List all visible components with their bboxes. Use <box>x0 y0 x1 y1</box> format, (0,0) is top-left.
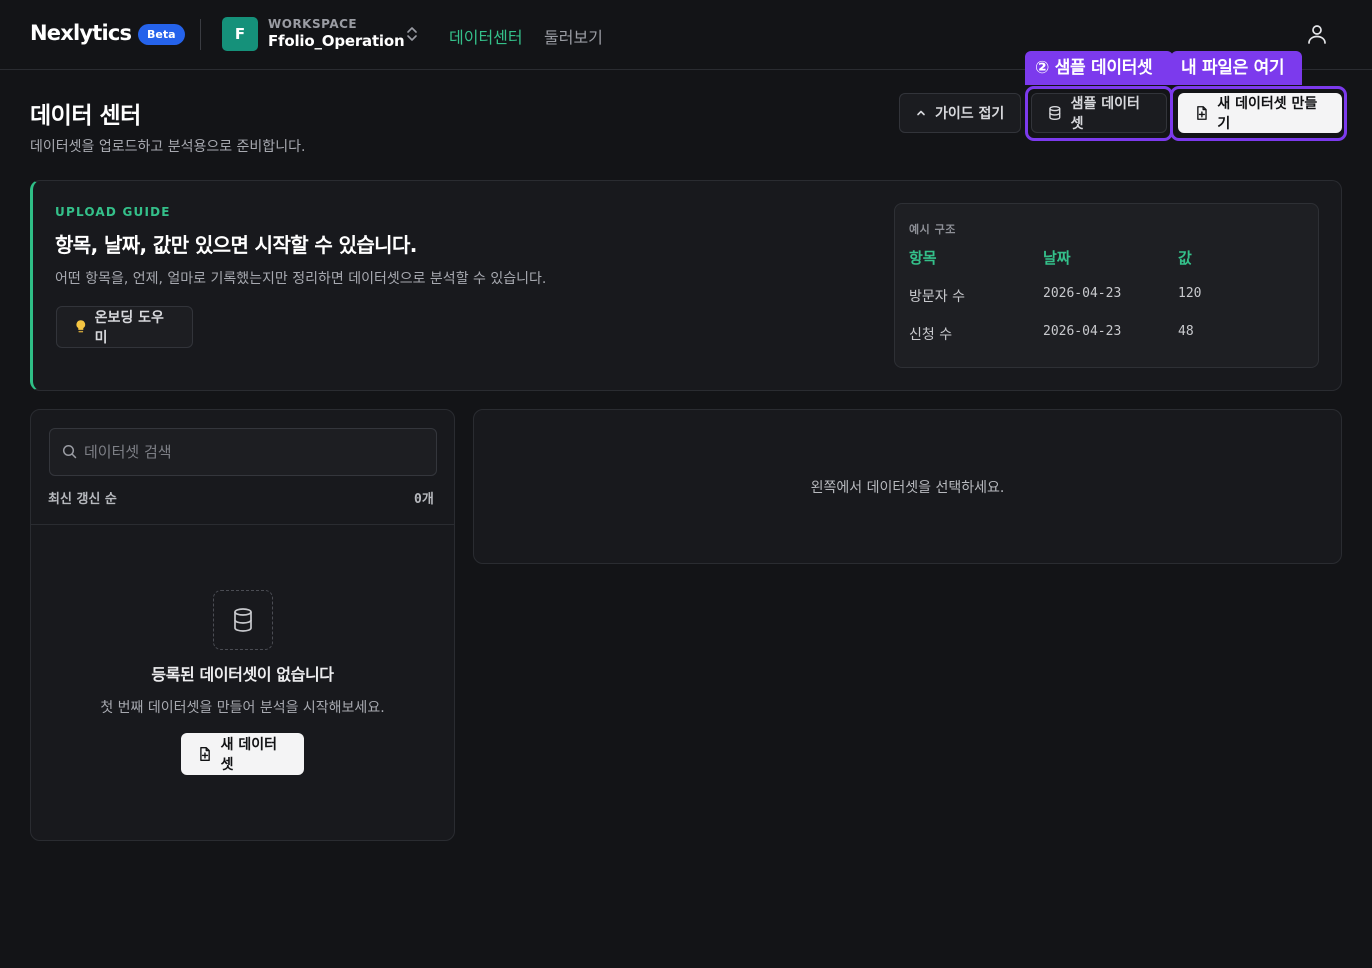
example-structure-label: 예시 구조 <box>909 223 956 236</box>
workspace-avatar[interactable]: F <box>222 17 258 51</box>
empty-state-new-dataset-label: 새 데이터셋 <box>220 737 277 773</box>
empty-state-title: 등록된 데이터셋이 없습니다 <box>151 665 334 684</box>
workspace-kicker: WORKSPACE <box>268 17 358 31</box>
example-cell: 2026-04-23 <box>1043 286 1122 301</box>
create-dataset-tooltip: 내 파일은 여기 <box>1171 51 1302 85</box>
dataset-search-input[interactable] <box>84 438 424 466</box>
upload-guide-description: 어떤 항목을, 언제, 얼마로 기록했는지만 정리하면 데이터셋으로 분석할 수… <box>55 271 547 287</box>
create-dataset-highlight <box>1170 86 1347 141</box>
onboarding-helper-label: 온보딩 도우미 <box>94 310 164 346</box>
collapse-guide-button[interactable]: 가이드 접기 <box>899 93 1021 133</box>
sample-dataset-tooltip: ② 샘플 데이터셋 <box>1025 51 1173 85</box>
search-icon <box>62 444 77 463</box>
nav-data-center[interactable]: 데이터센터 <box>449 24 523 48</box>
beta-badge: Beta <box>138 24 185 45</box>
upload-guide-title: 항목, 날짜, 값만 있으면 시작할 수 있습니다. <box>55 233 417 257</box>
detail-empty-message: 왼쪽에서 데이터셋을 선택하세요. <box>810 480 1005 496</box>
example-cell: 48 <box>1178 324 1194 339</box>
empty-state-description: 첫 번째 데이터셋을 만들어 분석을 시작해보세요. <box>100 700 385 716</box>
example-header-item: 항목 <box>909 249 937 267</box>
empty-state-database-icon <box>213 590 273 650</box>
file-plus-icon <box>200 746 210 762</box>
example-cell: 신청 수 <box>909 327 953 343</box>
page-subtitle: 데이터셋을 업로드하고 분석용으로 준비합니다. <box>30 139 306 155</box>
sort-order-label[interactable]: 최신 갱신 순 <box>48 488 117 507</box>
lightbulb-icon <box>76 320 86 333</box>
user-profile-icon[interactable] <box>1305 22 1329 50</box>
collapse-guide-label: 가이드 접기 <box>935 106 1005 122</box>
dataset-count: 0개 <box>414 492 434 507</box>
chevron-up-icon <box>917 110 925 116</box>
sample-dataset-highlight <box>1025 86 1173 141</box>
upload-guide-kicker: UPLOAD GUIDE <box>55 205 171 219</box>
nav-divider <box>200 19 201 50</box>
list-divider <box>31 524 454 525</box>
example-cell: 2026-04-23 <box>1043 324 1122 339</box>
brand-logo[interactable]: Nexlytics <box>30 21 132 45</box>
page-title: 데이터 센터 <box>30 103 141 129</box>
workspace-switcher-chevron-icon[interactable] <box>404 25 420 47</box>
example-cell: 120 <box>1178 286 1202 301</box>
empty-state-new-dataset-button[interactable]: 새 데이터셋 <box>181 733 304 775</box>
example-header-value: 값 <box>1178 249 1192 267</box>
workspace-name[interactable]: Ffolio_Operation <box>268 32 405 50</box>
example-header-date: 날짜 <box>1043 249 1071 267</box>
nav-browse[interactable]: 둘러보기 <box>544 24 603 48</box>
example-cell: 방문자 수 <box>909 289 965 305</box>
onboarding-helper-button[interactable]: 온보딩 도우미 <box>56 306 193 348</box>
